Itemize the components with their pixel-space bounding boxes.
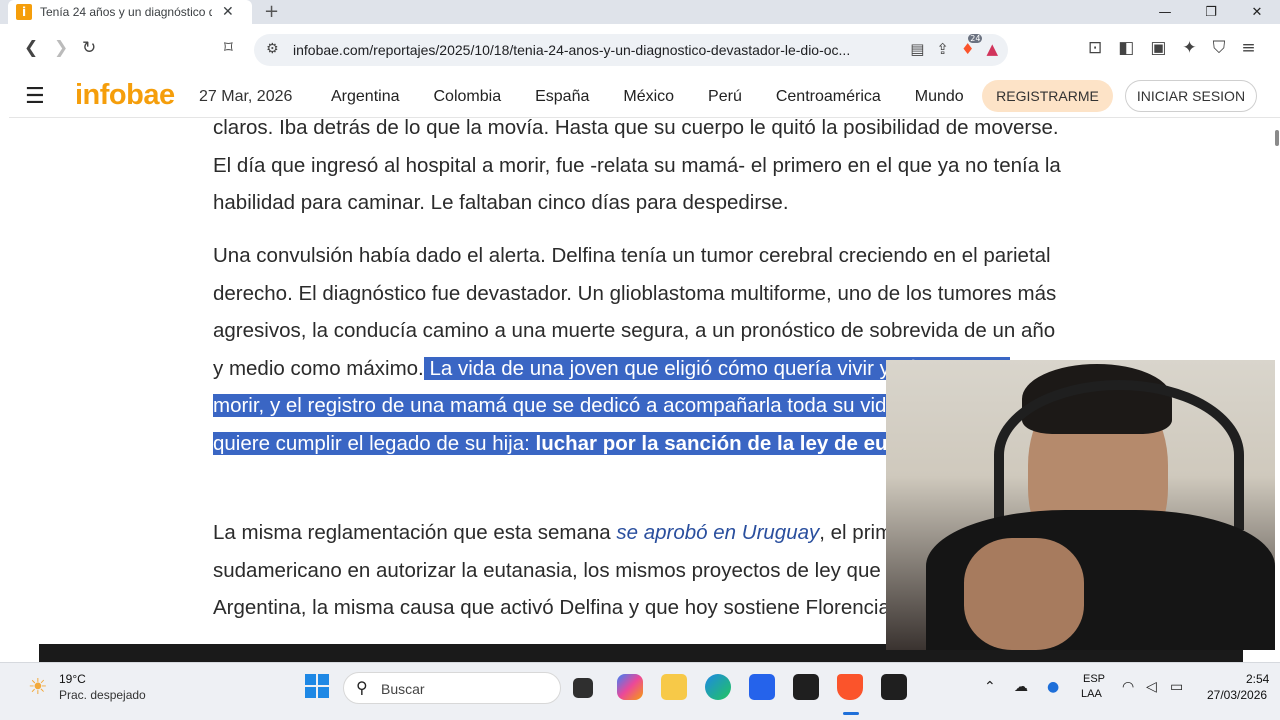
browser-tab[interactable]: i Tenía 24 años y un diagnóstico d ✕ xyxy=(8,0,252,24)
microphone-icon[interactable]: ● xyxy=(1047,679,1059,695)
headset xyxy=(994,380,1244,530)
weather-desc[interactable]: Prac. despejado xyxy=(59,688,146,702)
register-button[interactable]: REGISTRARME xyxy=(982,80,1113,112)
tab-strip: i Tenía 24 años y un diagnóstico d ✕ + —… xyxy=(0,0,1280,24)
minimize-icon[interactable]: — xyxy=(1142,0,1188,24)
paragraph-text: La misma reglamentación que esta semana xyxy=(213,521,617,544)
webcam-overlay xyxy=(886,360,1275,650)
window-controls: — ❐ ✕ xyxy=(1142,0,1280,24)
address-bar[interactable]: ⚙ infobae.com/reportajes/2025/10/18/teni… xyxy=(254,34,1008,66)
menu-icon[interactable]: ≡ xyxy=(1241,38,1255,58)
close-tab-icon[interactable]: ✕ xyxy=(222,4,234,20)
person-hand xyxy=(964,538,1084,650)
battery-icon[interactable]: ▭ xyxy=(1170,679,1183,695)
weather-sun-icon[interactable]: ☀ xyxy=(28,675,48,700)
toolbar-right-icons: ⊡ ◧ ▣ ✦ ⛉ ≡ xyxy=(1088,38,1256,58)
site-settings-icon[interactable]: ⚙ xyxy=(266,41,279,57)
reload-icon[interactable]: ↻ xyxy=(82,38,96,58)
start-icon[interactable] xyxy=(305,674,329,698)
chevron-up-icon[interactable]: ⌃ xyxy=(984,679,996,695)
vpn-icon[interactable]: ⛉ xyxy=(1213,38,1226,58)
wallet-icon[interactable]: ▣ xyxy=(1150,38,1166,58)
nav-item-colombia[interactable]: Colombia xyxy=(434,88,502,106)
login-button[interactable]: INICIAR SESION xyxy=(1125,80,1257,112)
copilot-icon[interactable] xyxy=(617,674,643,700)
clock-date[interactable]: 27/03/2026 xyxy=(1207,688,1267,702)
bookmark-icon[interactable]: ⌑ xyxy=(224,38,233,58)
keyboard-layout[interactable]: LAA xyxy=(1081,688,1102,700)
volume-icon[interactable]: ◁ xyxy=(1146,679,1157,695)
shield-count-badge: 24 xyxy=(968,34,983,43)
task-view-icon[interactable] xyxy=(573,678,593,698)
reader-mode-icon[interactable]: ▤ xyxy=(910,40,924,58)
rewards-icon[interactable]: ▲ xyxy=(986,40,998,58)
infobae-favicon-icon: i xyxy=(16,4,32,20)
site-nav: Argentina Colombia España México Perú Ce… xyxy=(331,88,964,106)
uruguay-link[interactable]: se aprobó en Uruguay xyxy=(616,521,819,544)
address-bar-actions: ▤ ⇪ ♦ 24 ▲ xyxy=(910,34,998,58)
restore-icon[interactable]: ❐ xyxy=(1188,0,1234,24)
clock-time[interactable]: 2:54 xyxy=(1246,672,1269,686)
search-placeholder: Buscar xyxy=(381,681,425,697)
language-indicator[interactable]: ESP xyxy=(1083,673,1105,685)
hamburger-menu-icon[interactable]: ☰ xyxy=(25,84,45,109)
onedrive-icon[interactable]: ☁ xyxy=(1014,679,1028,695)
article-paragraph: claros. Iba detrás de lo que la movía. H… xyxy=(213,119,1061,214)
scrollbar[interactable] xyxy=(1275,130,1279,146)
header-date: 27 Mar, 2026 xyxy=(199,88,293,105)
edge-icon[interactable] xyxy=(705,674,731,700)
taskbar-search[interactable]: ⚲ Buscar xyxy=(343,672,561,704)
nav-item-mundo[interactable]: Mundo xyxy=(915,88,964,106)
search-icon: ⚲ xyxy=(356,678,368,697)
app-notification-icon[interactable] xyxy=(881,674,907,700)
extensions-icon[interactable]: ⊡ xyxy=(1088,38,1102,58)
active-app-indicator xyxy=(843,712,859,715)
close-window-icon[interactable]: ✕ xyxy=(1234,0,1280,24)
nav-item-peru[interactable]: Perú xyxy=(708,88,742,106)
store-icon[interactable] xyxy=(749,674,775,700)
site-header: ☰ infobae 27 Mar, 2026 Argentina Colombi… xyxy=(9,78,1280,118)
browser-toolbar: ❮ ❯ ↻ ⌑ ⚙ infobae.com/reportajes/2025/10… xyxy=(0,24,1280,78)
tab-title: Tenía 24 años y un diagnóstico d xyxy=(40,5,212,19)
leo-ai-icon[interactable]: ✦ xyxy=(1182,38,1196,58)
nav-item-mexico[interactable]: México xyxy=(623,88,674,106)
new-tab-icon[interactable]: + xyxy=(264,1,279,22)
brave-icon[interactable] xyxy=(837,674,863,700)
brave-shields-icon[interactable]: ♦ 24 xyxy=(961,34,983,58)
app-triangle-icon[interactable] xyxy=(793,674,819,700)
url-text[interactable]: infobae.com/reportajes/2025/10/18/tenia-… xyxy=(293,42,873,58)
nav-item-espana[interactable]: España xyxy=(535,88,589,106)
forward-icon[interactable]: ❯ xyxy=(54,38,68,58)
nav-item-centroamerica[interactable]: Centroamérica xyxy=(776,88,881,106)
wifi-icon[interactable]: ◠ xyxy=(1122,679,1134,695)
file-explorer-icon[interactable] xyxy=(661,674,687,700)
share-icon[interactable]: ⇪ xyxy=(936,40,949,58)
windows-taskbar: ☀ 19°C Prac. despejado ⚲ Buscar ⌃ ☁ ● ES… xyxy=(0,662,1280,720)
site-logo[interactable]: infobae xyxy=(75,79,175,112)
sidebar-icon[interactable]: ◧ xyxy=(1118,38,1134,58)
weather-temp[interactable]: 19°C xyxy=(59,672,86,686)
back-icon[interactable]: ❮ xyxy=(24,38,38,58)
nav-item-argentina[interactable]: Argentina xyxy=(331,88,400,106)
